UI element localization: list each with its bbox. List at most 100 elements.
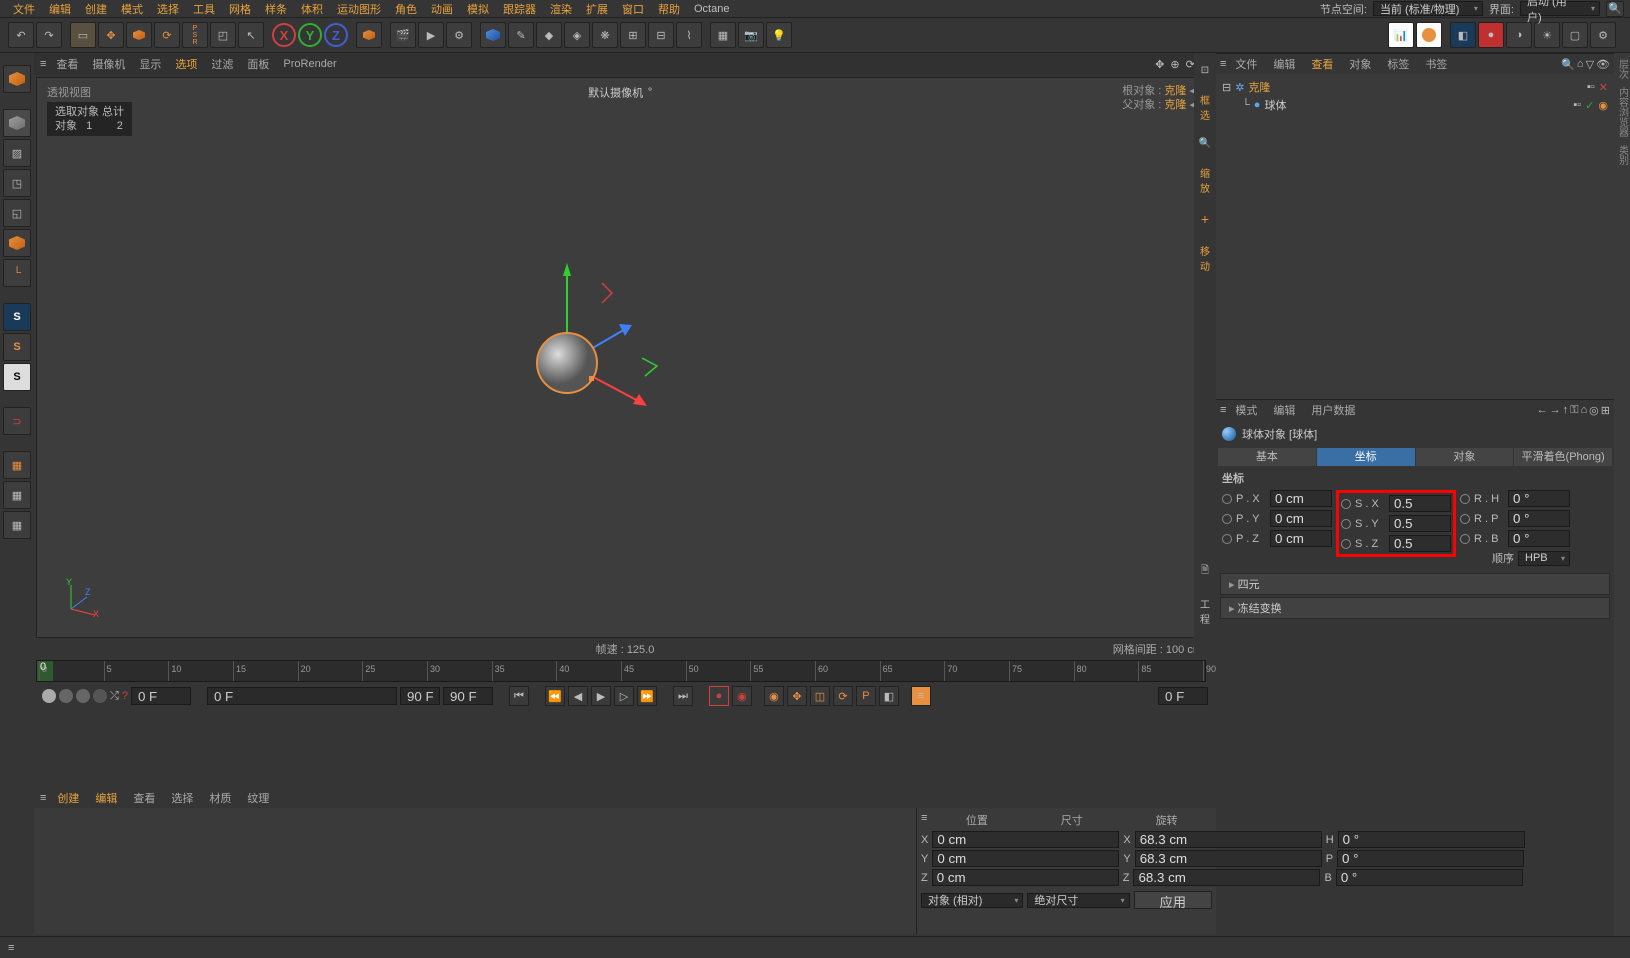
anim-dot[interactable] <box>1460 534 1470 544</box>
view-menu-display[interactable]: 显示 <box>135 56 165 72</box>
attr-tab-userdata[interactable]: 用户数据 <box>1304 401 1362 419</box>
menu-file[interactable]: 文件 <box>6 1 42 17</box>
z-axis-toggle[interactable]: Z <box>324 23 348 47</box>
hamburger-icon[interactable]: ≡ <box>1220 58 1226 70</box>
snap1-icon[interactable]: S <box>3 303 31 331</box>
freeze-accordion[interactable]: 冻结变换 <box>1220 597 1610 619</box>
attr-tab-phong[interactable]: 平滑着色(Phong) <box>1514 448 1612 466</box>
sy-input[interactable] <box>1389 515 1451 532</box>
quaternion-accordion[interactable]: 四元 <box>1220 573 1610 595</box>
om-tab-edit[interactable]: 编辑 <box>1266 55 1302 73</box>
menu-character[interactable]: 角色 <box>388 1 424 17</box>
polygon-mode-icon[interactable]: └ <box>3 259 31 287</box>
anim-dot[interactable] <box>1222 534 1232 544</box>
model-mode-icon[interactable] <box>3 109 31 137</box>
generator2-icon[interactable]: ◈ <box>564 22 590 48</box>
rot-p-input[interactable] <box>1337 850 1524 867</box>
coord-system-icon[interactable] <box>356 22 382 48</box>
side-project[interactable]: 工程 <box>1196 592 1214 630</box>
timeline-opt-icon[interactable]: ≡ <box>911 686 931 706</box>
key-rot-icon[interactable]: ⟳ <box>833 686 853 706</box>
undo-icon[interactable]: ↶ <box>8 22 34 48</box>
rot-b-input[interactable] <box>1336 869 1523 886</box>
array-icon[interactable]: ⊞ <box>620 22 646 48</box>
render-view-icon[interactable]: 🎬 <box>390 22 416 48</box>
anim-dot[interactable] <box>1460 514 1470 524</box>
bottom-tab-texture[interactable]: 纹理 <box>242 790 274 806</box>
render-settings-icon[interactable]: ⚙ <box>446 22 472 48</box>
apply-button[interactable]: 应用 <box>1134 891 1212 909</box>
hamburger-icon[interactable]: ≡ <box>1220 404 1226 416</box>
bottom-tab-view[interactable]: 查看 <box>128 790 160 806</box>
attr-tab-edit[interactable]: 编辑 <box>1266 401 1302 419</box>
om-tab-file[interactable]: 文件 <box>1228 55 1264 73</box>
floor-icon[interactable]: ▦ <box>710 22 736 48</box>
menu-spline[interactable]: 样条 <box>258 1 294 17</box>
rp-input[interactable] <box>1508 510 1570 527</box>
primitive-cube-icon[interactable] <box>480 22 506 48</box>
size-mode-dropdown[interactable]: 绝对尺寸 <box>1027 893 1129 908</box>
attr-tab-mode[interactable]: 模式 <box>1228 401 1264 419</box>
deformer-icon[interactable]: ❋ <box>592 22 618 48</box>
side-plus[interactable]: + <box>1196 207 1214 231</box>
grid3-icon[interactable]: ▦ <box>3 511 31 539</box>
view-menu-camera[interactable]: 摄像机 <box>88 56 129 72</box>
autokey-icon[interactable]: ◉ <box>732 686 752 706</box>
px-input[interactable] <box>1270 490 1332 507</box>
pos-y-input[interactable] <box>932 850 1119 867</box>
anim-dot[interactable] <box>1222 514 1232 524</box>
om-tab-view[interactable]: 查看 <box>1304 55 1340 73</box>
redo-icon[interactable]: ↷ <box>36 22 62 48</box>
view-menu-panel[interactable]: 面板 <box>243 56 273 72</box>
key-param-icon[interactable]: P <box>856 686 876 706</box>
anim-dot[interactable] <box>1341 539 1351 549</box>
select-tool-icon[interactable]: ▭ <box>70 22 96 48</box>
snap3-icon[interactable]: S <box>3 363 31 391</box>
menu-volume[interactable]: 体积 <box>294 1 330 17</box>
magnet-icon[interactable]: ⊃ <box>3 407 31 435</box>
pos-mode-dropdown[interactable]: 对象 (相对) <box>921 893 1023 908</box>
bottom-tab-create[interactable]: 创建 <box>52 790 84 806</box>
menu-create[interactable]: 创建 <box>78 1 114 17</box>
size-x-input[interactable] <box>1135 831 1322 848</box>
grid1-icon[interactable]: ▦ <box>3 451 31 479</box>
spline-pen-icon[interactable]: ✎ <box>508 22 534 48</box>
material-manager-body[interactable] <box>34 808 916 934</box>
hamburger-icon[interactable]: ≡ <box>8 942 14 954</box>
timeline-start-input[interactable] <box>207 687 397 705</box>
record-icon[interactable]: ● <box>709 686 729 706</box>
om-eye-icon[interactable]: 👁 <box>1596 58 1610 71</box>
nav-icon2[interactable]: ⊕ <box>1170 58 1179 71</box>
om-filter-icon[interactable]: ▽ <box>1586 58 1594 71</box>
gear-icon[interactable]: ⚙ <box>1590 22 1616 48</box>
tree-row-sphere[interactable]: └ ● 球体 ▪▫ ✓ ◉ <box>1222 96 1608 114</box>
view-menu-view[interactable]: 查看 <box>52 56 82 72</box>
layout-dropdown[interactable]: 启动 (用户) <box>1520 1 1600 16</box>
anim-dot[interactable] <box>1341 499 1351 509</box>
hamburger-icon[interactable]: ≡ <box>921 812 927 828</box>
cursor-icon[interactable]: ↖ <box>238 22 264 48</box>
om-tab-bookmark[interactable]: 书签 <box>1418 55 1454 73</box>
field-icon[interactable]: ⊟ <box>648 22 674 48</box>
pos-z-input[interactable] <box>932 869 1119 886</box>
key-pla-icon[interactable]: ◧ <box>879 686 899 706</box>
project-icon[interactable]: 🗎 <box>1196 559 1214 584</box>
key-icon6[interactable]: ? <box>122 690 128 702</box>
hamburger-icon[interactable]: ≡ <box>40 792 46 804</box>
key-icon5[interactable]: ⤮ <box>110 690 119 703</box>
phong-tag-icon[interactable]: ◉ <box>1598 99 1608 112</box>
timeline-right-input[interactable] <box>1158 687 1208 705</box>
side-zoom[interactable]: 缩放 <box>1196 161 1214 199</box>
om-tab-tag[interactable]: 标签 <box>1380 55 1416 73</box>
octane-settings-icon[interactable] <box>1416 22 1442 48</box>
workplane-icon[interactable]: ◳ <box>3 169 31 197</box>
viewport-gizmo[interactable] <box>477 208 697 428</box>
menu-help[interactable]: 帮助 <box>651 1 687 17</box>
size-z-input[interactable] <box>1133 869 1320 886</box>
perspective-viewport[interactable]: 透视视图 选取对象 总计 对象 1 2 默认摄像机 ⚬ 根对象 : 克隆 ◂ 父… <box>36 77 1206 638</box>
generator-icon[interactable]: ◆ <box>536 22 562 48</box>
rotation-order-dropdown[interactable]: HPB <box>1518 551 1570 566</box>
y-axis-toggle[interactable]: Y <box>298 23 322 47</box>
timeline-end-input[interactable] <box>443 687 493 705</box>
nodespace-dropdown[interactable]: 当前 (标准/物理) <box>1373 1 1483 16</box>
